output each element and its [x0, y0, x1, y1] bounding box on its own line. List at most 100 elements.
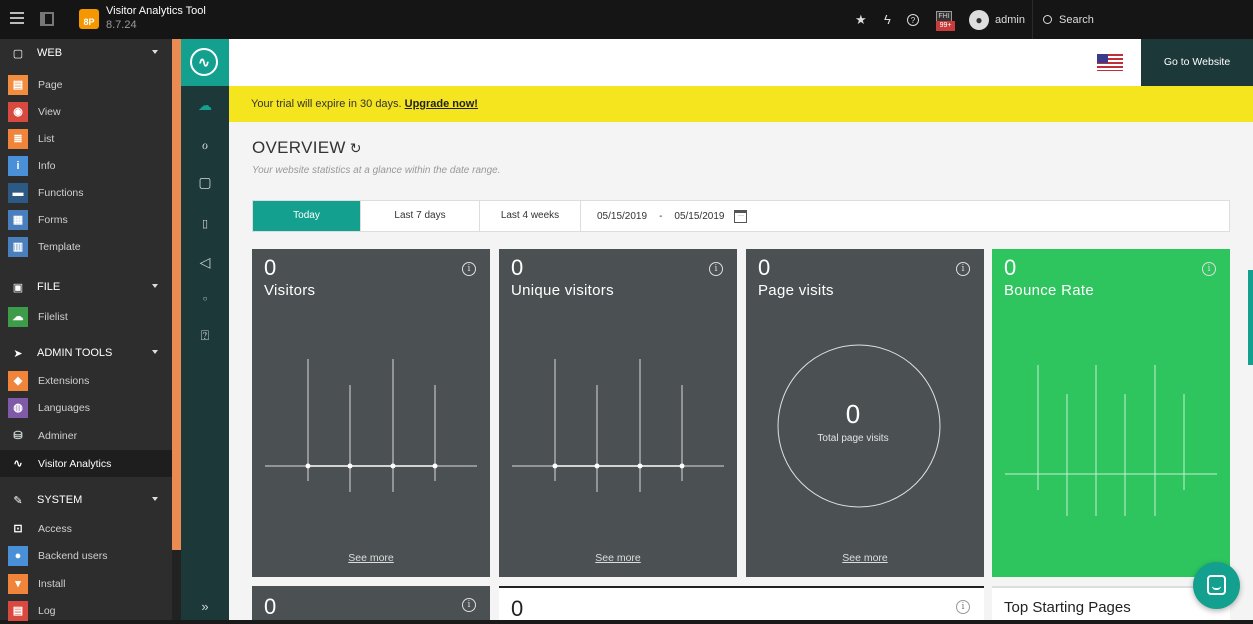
top-starting-pages-title: Top Starting Pages	[1004, 599, 1131, 616]
list-icon: ≣	[8, 128, 28, 149]
eye-icon: ◉	[8, 101, 28, 122]
menu-item-functions[interactable]: ▬ Functions	[0, 179, 172, 206]
rocket-icon: ➤	[13, 347, 23, 360]
log-icon: ▤	[8, 600, 28, 621]
chevron-down-icon	[152, 284, 158, 288]
overview-title: OVERVIEW ↻	[252, 138, 362, 158]
menu-item-info[interactable]: i Info	[0, 152, 172, 179]
template-icon: ▥	[8, 236, 28, 257]
card-visitors: 0 Visitors i See more	[252, 249, 490, 577]
top-bar: 8P Visitor Analytics Tool 8.7.24 ★ ϟ ? F…	[0, 0, 1253, 39]
overview-title-text: OVERVIEW	[252, 138, 346, 157]
menu-item-extensions[interactable]: ◆ Extensions	[0, 367, 172, 394]
briefcase-icon: ▬	[8, 182, 28, 203]
typo3-logo[interactable]: 8P	[79, 9, 99, 29]
menu-item-label: Page	[38, 78, 63, 91]
tab-last-4-weeks[interactable]: Last 4 weeks	[480, 201, 581, 231]
menu-item-filelist[interactable]: ☁ Filelist	[0, 303, 172, 330]
campaign-icon[interactable]: ◁	[181, 254, 229, 276]
menu-item-label: Visitor Analytics	[38, 457, 112, 470]
chevron-down-icon	[152, 50, 158, 54]
menu-toggle-icon[interactable]	[10, 12, 24, 24]
collapse-icon[interactable]: »	[181, 599, 229, 614]
group-system[interactable]: ✎ SYSTEM	[0, 486, 172, 514]
total-page-visits-label: Total page visits	[817, 433, 889, 444]
help-bubble-icon[interactable]: ⍰	[181, 327, 229, 349]
date-separator: -	[659, 210, 663, 222]
dot-icon[interactable]: ○	[181, 294, 229, 316]
card-bounce-rate: 0 Bounce Rate i	[992, 249, 1230, 577]
app-version: 8.7.24	[106, 19, 137, 31]
form-icon: ▦	[8, 209, 28, 230]
date-to[interactable]: 05/15/2019	[674, 211, 724, 222]
scroll-indicator[interactable]	[1248, 270, 1253, 365]
flash-icon[interactable]: ϟ	[884, 0, 891, 39]
chevron-down-icon	[152, 350, 158, 354]
group-web[interactable]: ▢ WEB	[0, 39, 172, 67]
bounce-rate-chart	[1005, 365, 1217, 516]
tab-today[interactable]: Today	[253, 201, 361, 231]
info-icon: i	[8, 155, 28, 176]
group-file-label: FILE	[37, 281, 61, 293]
group-admin-tools[interactable]: ➤ ADMIN TOOLS	[0, 339, 172, 367]
chevron-down-icon	[152, 497, 158, 501]
notifications-button[interactable]: FHI 99+	[936, 0, 955, 39]
visitors-icon[interactable]: ℴ	[181, 136, 229, 158]
tab-last-7-days[interactable]: Last 7 days	[361, 201, 480, 231]
info-icon[interactable]: i	[462, 598, 476, 612]
menu-item-adminer[interactable]: ⛁ Adminer	[0, 422, 172, 449]
filelist-icon: ☁	[8, 306, 28, 327]
help-icon[interactable]: ?	[907, 0, 919, 39]
document-icon: ▢	[12, 47, 24, 60]
us-flag-icon[interactable]	[1097, 54, 1123, 71]
menu-item-visitor-analytics[interactable]: ∿ Visitor Analytics	[0, 450, 172, 477]
date-range-picker[interactable]: 05/15/2019 - 05/15/2019 ···	[581, 201, 748, 231]
see-more-link[interactable]: See more	[499, 552, 737, 564]
calendar-icon[interactable]: ···	[734, 209, 748, 223]
pagetree-toggle-icon[interactable]	[40, 12, 54, 26]
menu-item-label: Backend users	[38, 549, 108, 562]
dashboard-icon[interactable]: ☁	[181, 97, 229, 119]
goto-website-button[interactable]: Go to Website	[1141, 39, 1253, 86]
menu-item-access[interactable]: ⊡ Access	[0, 515, 172, 542]
pages-icon[interactable]: ▢	[181, 174, 229, 196]
bookmark-icon[interactable]: ★	[855, 0, 867, 39]
user-avatar-icon: ●	[969, 9, 989, 30]
scrollbar-stripe	[172, 39, 181, 620]
visitor-analytics-icon: ∿	[13, 457, 23, 470]
notification-badge: 99+	[936, 20, 955, 31]
date-from[interactable]: 05/15/2019	[597, 211, 647, 222]
analytics-nav: ∿ ☁ ℴ ▢ ▯ ◁ ○ ⍰ »	[181, 39, 229, 620]
overview-subtitle: Your website statistics at a glance with…	[252, 165, 501, 176]
card-page-visits: 0 Page visits i 0 Total page visits See …	[746, 249, 984, 577]
user-menu[interactable]: ● admin	[969, 0, 1025, 39]
group-file[interactable]: ▣ FILE	[0, 273, 172, 301]
plug-icon: ✎	[13, 494, 23, 507]
menu-item-template[interactable]: ▥ Template	[0, 233, 172, 260]
menu-item-install[interactable]: ▾ Install	[0, 570, 172, 597]
info-icon[interactable]: i	[956, 600, 970, 614]
refresh-icon[interactable]: ↻	[350, 140, 362, 156]
analytics-logo[interactable]: ∿	[181, 39, 229, 86]
lock-icon: ⊡	[8, 518, 28, 539]
menu-item-label: Functions	[38, 186, 84, 199]
see-more-link[interactable]: See more	[746, 552, 984, 564]
group-system-label: SYSTEM	[37, 494, 83, 506]
search-button[interactable]: Search	[1032, 0, 1152, 39]
devices-icon[interactable]: ▯	[181, 217, 229, 239]
menu-item-view[interactable]: ◉ View	[0, 98, 172, 125]
menu-item-list[interactable]: ≣ List	[0, 125, 172, 152]
content-header: Go to Website	[229, 39, 1253, 86]
upgrade-link[interactable]: Upgrade now!	[405, 98, 478, 110]
see-more-link[interactable]: See more	[252, 552, 490, 564]
menu-item-page[interactable]: ▤ Page	[0, 71, 172, 98]
search-label: Search	[1059, 13, 1094, 26]
chat-button[interactable]	[1193, 562, 1240, 609]
menu-item-label: Extensions	[38, 374, 90, 387]
trial-message: Your trial will expire in 30 days.	[251, 98, 402, 110]
unique-visitors-chart	[512, 359, 724, 492]
menu-item-forms[interactable]: ▦ Forms	[0, 206, 172, 233]
main-content: Go to Website Your trial will expire in …	[229, 39, 1253, 620]
menu-item-languages[interactable]: ◍ Languages	[0, 394, 172, 421]
menu-item-backend-users[interactable]: ● Backend users	[0, 542, 172, 569]
